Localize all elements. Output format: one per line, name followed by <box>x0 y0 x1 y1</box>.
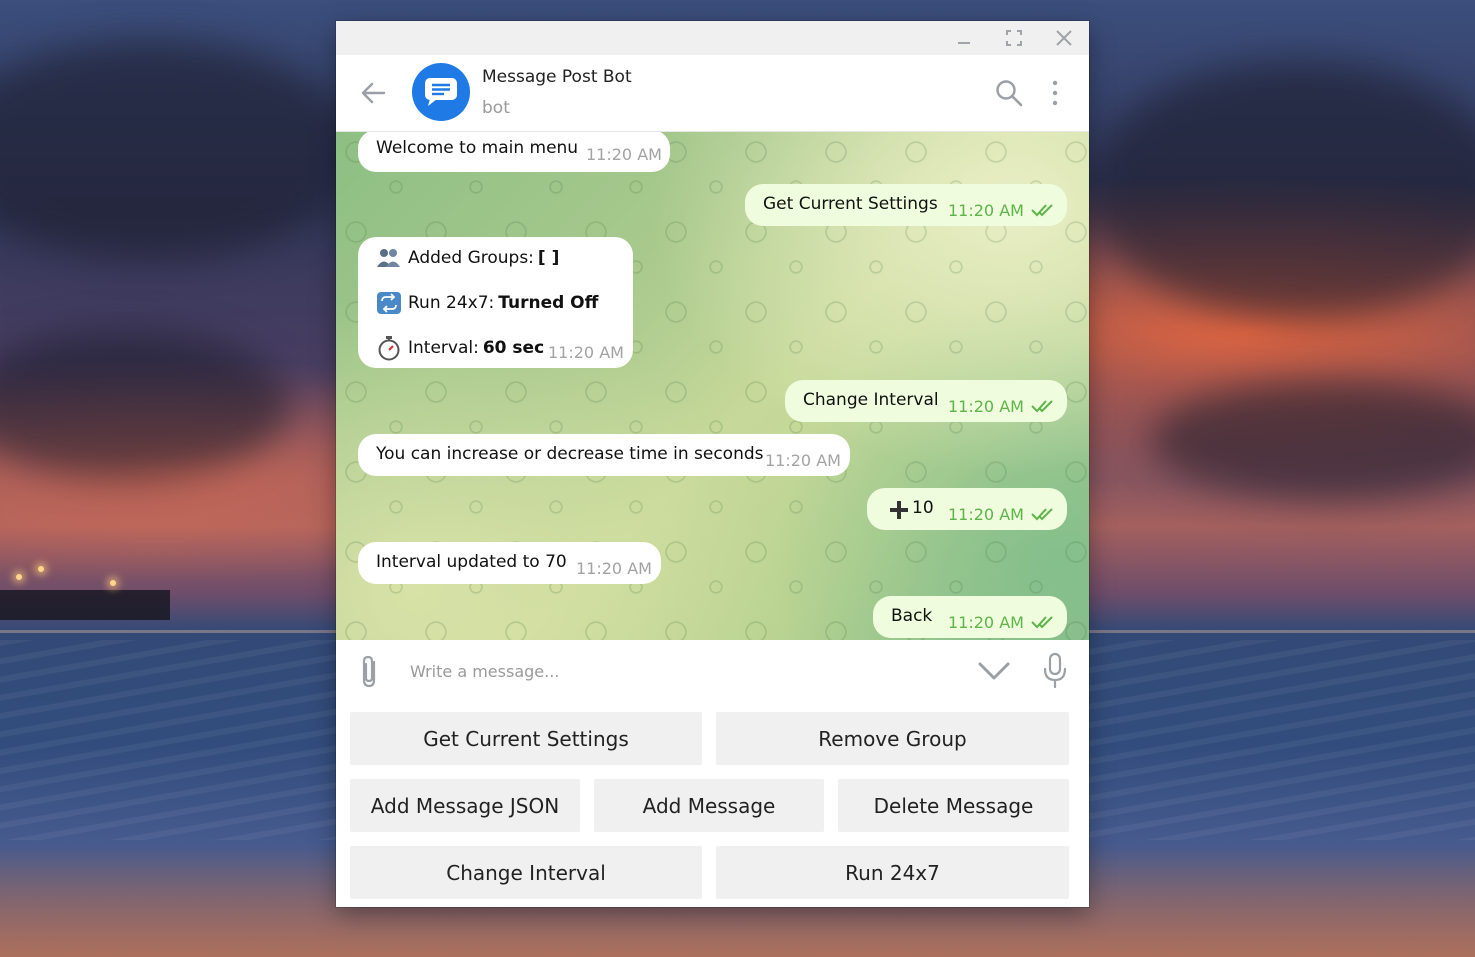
kb-add-message-json-button[interactable]: Add Message JSON <box>350 779 580 832</box>
minimize-icon <box>958 42 970 44</box>
message-time: 11:20 AM <box>948 201 1024 220</box>
settings-interval-line: Interval: 60 sec <box>376 335 544 361</box>
close-icon <box>1056 30 1072 46</box>
microphone-icon <box>1043 652 1067 689</box>
message-outgoing[interactable]: Get Current Settings 11:20 AM <box>745 184 1067 226</box>
attach-button[interactable] <box>358 654 382 690</box>
message-incoming[interactable]: Welcome to main menu 11:20 AM <box>358 132 670 172</box>
kb-remove-group-button[interactable]: Remove Group <box>716 712 1069 765</box>
more-vertical-icon <box>1052 80 1058 106</box>
chat-title[interactable]: Message Post Bot <box>482 67 632 87</box>
settings-groups-value: [ ] <box>537 248 560 268</box>
bot-keyboard: Get Current Settings Remove Group Add Me… <box>336 702 1089 907</box>
title-bar <box>336 21 1089 55</box>
maximize-button[interactable] <box>989 21 1039 55</box>
kb-delete-message-button[interactable]: Delete Message <box>838 779 1069 832</box>
search-button[interactable] <box>995 79 1023 107</box>
settings-interval-label: Interval: <box>408 338 479 358</box>
maximize-icon <box>1006 30 1022 46</box>
settings-run-label: Run 24x7: <box>408 293 495 313</box>
kb-change-interval-button[interactable]: Change Interval <box>350 846 702 899</box>
double-check-icon <box>1031 616 1053 629</box>
settings-groups-line: Added Groups: [ ] <box>376 247 559 269</box>
stopwatch-icon <box>378 336 400 361</box>
message-incoming[interactable]: Interval updated to 70 11:20 AM <box>358 542 661 584</box>
settings-groups-label: Added Groups: <box>408 248 534 268</box>
bot-avatar[interactable] <box>412 63 470 121</box>
message-text: Welcome to main menu <box>376 138 579 158</box>
message-incoming[interactable]: You can increase or decrease time in sec… <box>358 434 850 476</box>
message-text: 10 <box>912 498 934 518</box>
chat-header: Message Post Bot bot <box>336 55 1089 132</box>
message-incoming-settings[interactable]: Added Groups: [ ] Run 24x7: Turned Off I… <box>358 237 633 368</box>
keyboard-toggle-button[interactable] <box>977 658 1011 684</box>
message-time: 11:20 AM <box>948 505 1024 524</box>
minimize-button[interactable] <box>939 21 989 55</box>
repeat-icon <box>377 292 401 314</box>
double-check-icon <box>1031 400 1053 413</box>
telegram-window: Message Post Bot bot Welcome to main men… <box>336 21 1089 907</box>
message-bubble-icon <box>425 78 457 106</box>
message-time: 11:20 AM <box>576 559 652 578</box>
message-text: Interval updated to 70 <box>376 552 567 572</box>
message-text: Get Current Settings <box>763 194 938 214</box>
message-time: 11:20 AM <box>548 343 624 362</box>
settings-run-line: Run 24x7: Turned Off <box>376 291 598 315</box>
message-list[interactable]: Welcome to main menu 11:20 AM Get Curren… <box>336 132 1089 640</box>
settings-interval-value: 60 sec <box>482 338 545 358</box>
kb-get-current-settings-button[interactable]: Get Current Settings <box>350 712 702 765</box>
message-time: 11:20 AM <box>948 613 1024 632</box>
message-time: 11:20 AM <box>948 397 1024 416</box>
double-check-icon <box>1031 204 1053 217</box>
message-text: Change Interval <box>803 390 939 410</box>
plus-icon <box>890 501 908 519</box>
close-button[interactable] <box>1039 21 1089 55</box>
message-time: 11:20 AM <box>765 451 841 470</box>
message-input[interactable] <box>398 652 982 690</box>
people-icon <box>377 249 400 267</box>
double-check-icon <box>1031 508 1053 521</box>
message-time: 11:20 AM <box>586 145 662 164</box>
message-outgoing[interactable]: 10 11:20 AM <box>867 488 1067 530</box>
message-text: Back <box>891 606 933 626</box>
chevron-down-icon <box>978 662 1010 680</box>
kb-add-message-button[interactable]: Add Message <box>594 779 824 832</box>
voice-record-button[interactable] <box>1041 652 1069 690</box>
chat-subtitle: bot <box>482 98 510 118</box>
back-button[interactable] <box>358 77 390 109</box>
search-icon <box>996 80 1023 107</box>
kb-run-24x7-button[interactable]: Run 24x7 <box>716 846 1069 899</box>
message-outgoing[interactable]: Change Interval 11:20 AM <box>785 380 1067 422</box>
message-outgoing[interactable]: Back 11:20 AM <box>873 596 1067 638</box>
arrow-left-icon <box>361 82 386 104</box>
more-options-button[interactable] <box>1045 79 1065 107</box>
paperclip-icon <box>362 655 376 688</box>
settings-run-value: Turned Off <box>498 293 599 313</box>
composer-bar <box>336 640 1089 702</box>
message-text: You can increase or decrease time in sec… <box>376 444 764 464</box>
